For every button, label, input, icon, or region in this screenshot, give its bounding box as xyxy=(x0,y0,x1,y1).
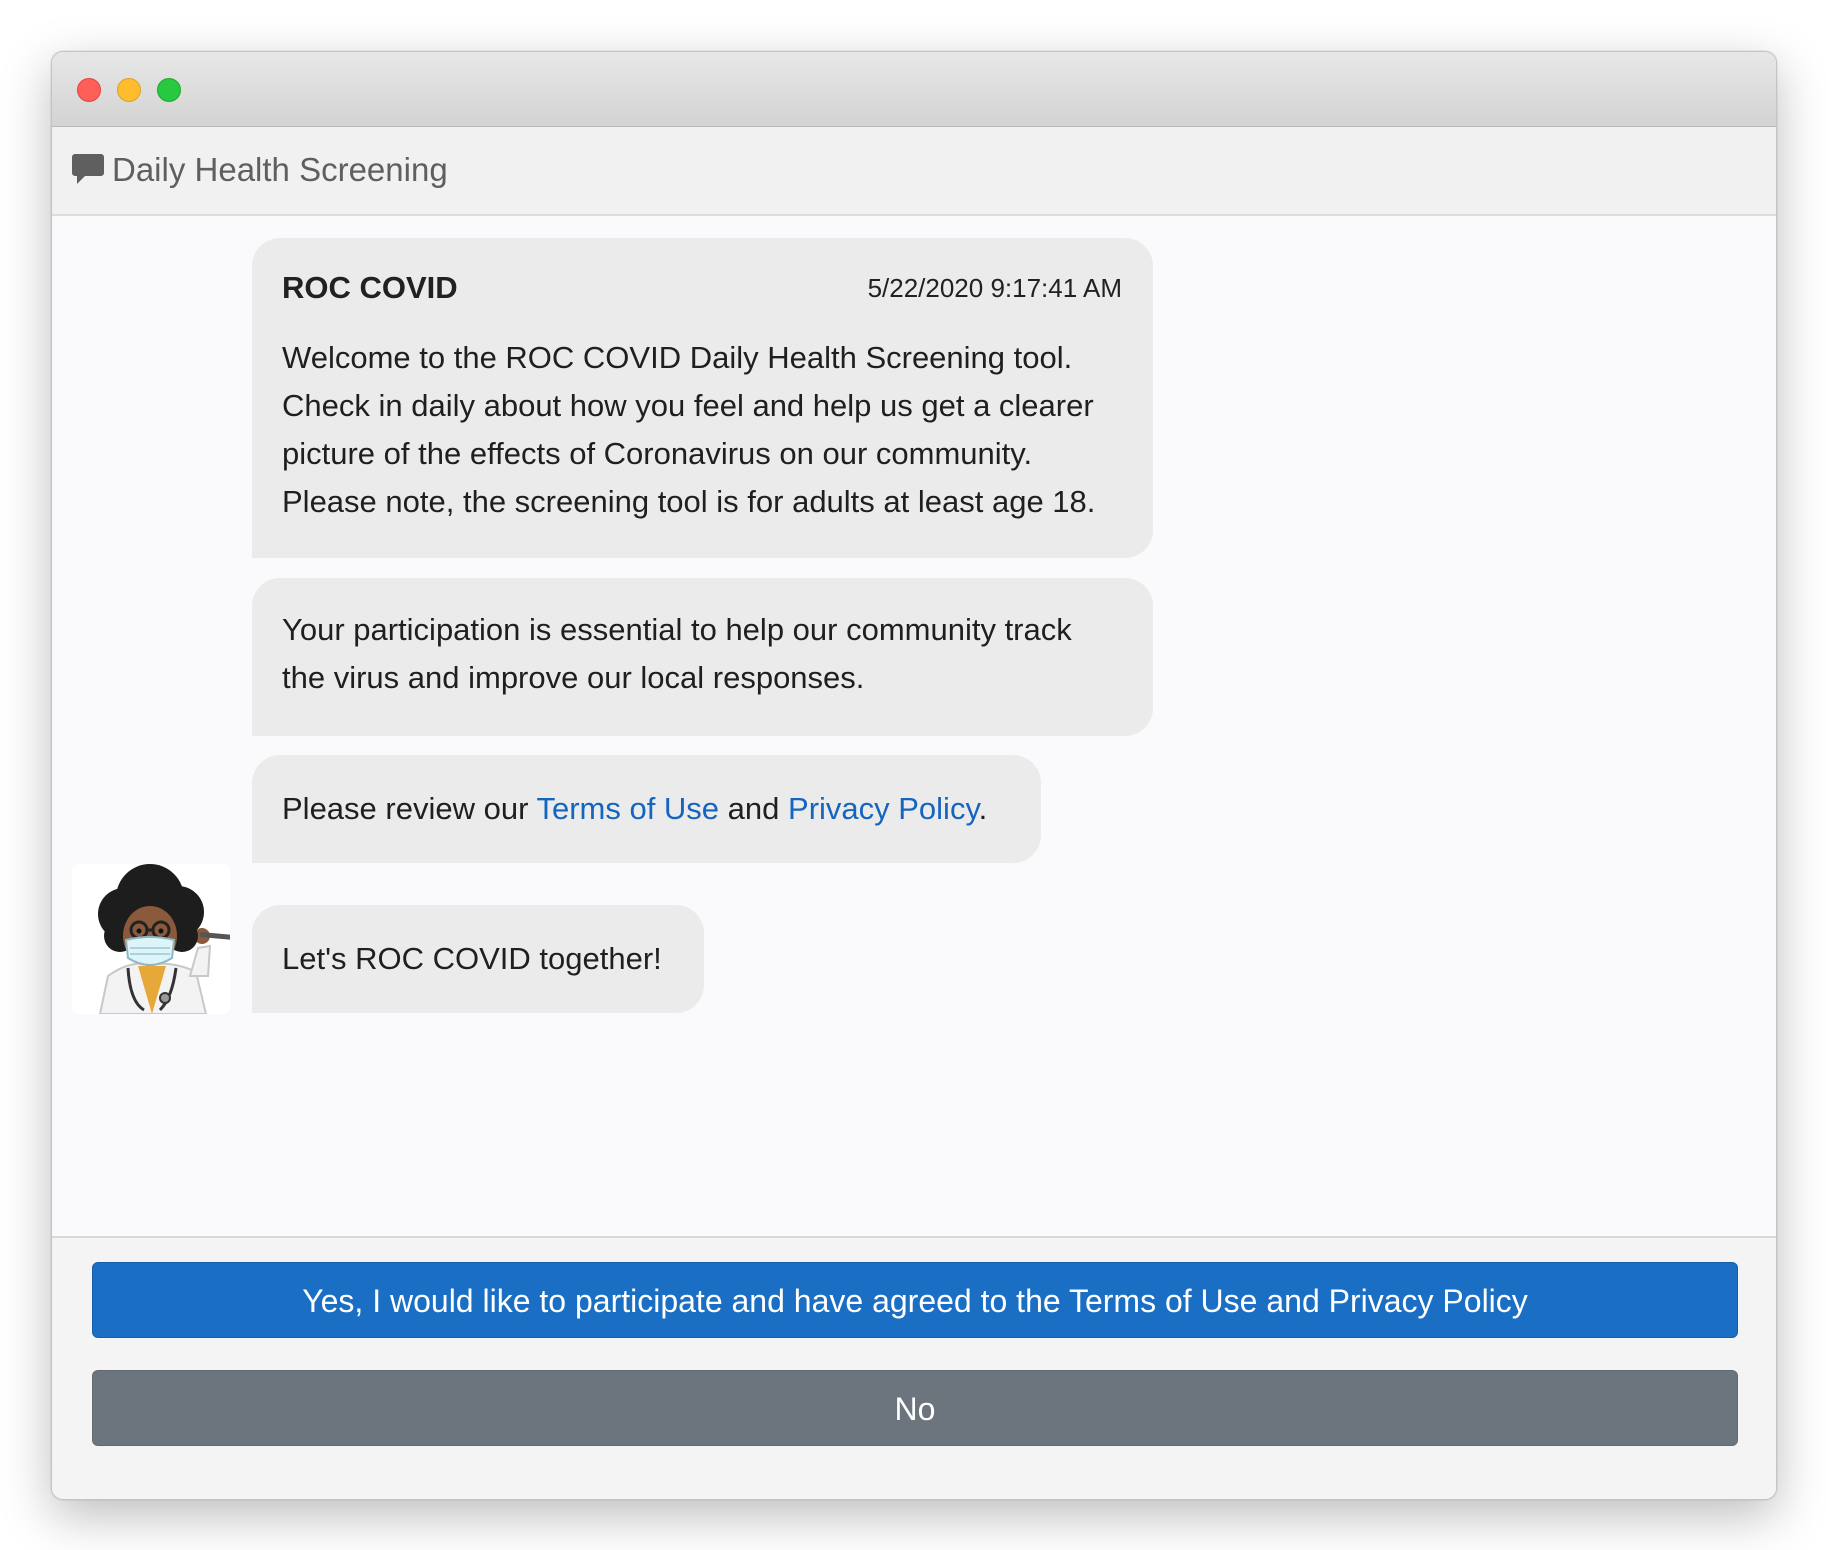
message-text: Welcome to the ROC COVID Daily Health Sc… xyxy=(282,340,1096,519)
chat-transcript: ROC COVID 5/22/2020 9:17:41 AM Welcome t… xyxy=(52,216,1776,1238)
message-bubble-terms: Please review our Terms of Use and Priva… xyxy=(252,755,1041,863)
message-text: Your participation is essential to help … xyxy=(282,612,1072,695)
close-window-button[interactable] xyxy=(77,78,101,102)
terms-of-use-link[interactable]: Terms of Use xyxy=(536,791,719,826)
message-text: Let's ROC COVID together! xyxy=(282,941,662,976)
zoom-window-button[interactable] xyxy=(157,78,181,102)
message-bubble-welcome: ROC COVID 5/22/2020 9:17:41 AM Welcome t… xyxy=(252,238,1153,558)
page-title: Daily Health Screening xyxy=(112,151,448,188)
minimize-window-button[interactable] xyxy=(117,78,141,102)
participate-no-button[interactable]: No xyxy=(92,1370,1738,1446)
message-text-prefix: Please review our xyxy=(282,791,537,826)
message-bubble-participation: Your participation is essential to help … xyxy=(252,578,1153,736)
privacy-policy-link[interactable]: Privacy Policy xyxy=(788,791,979,826)
title-bar xyxy=(52,52,1776,127)
message-timestamp: 5/22/2020 9:17:41 AM xyxy=(867,273,1122,303)
doctor-avatar-icon xyxy=(72,864,230,1014)
message-sender: ROC COVID xyxy=(282,270,458,305)
participate-yes-button[interactable]: Yes, I would like to participate and hav… xyxy=(92,1262,1738,1338)
message-text-suffix: . xyxy=(978,791,988,826)
chat-header: Daily Health Screening xyxy=(52,127,1776,216)
message-bubble-together: Let's ROC COVID together! xyxy=(252,905,704,1013)
message-text: Please review our Terms of Use and Priva… xyxy=(282,785,1132,833)
message-text-middle: and xyxy=(719,791,789,826)
response-options: Yes, I would like to participate and hav… xyxy=(52,1238,1776,1499)
app-window: Daily Health Screening ROC COVID 5/22/20… xyxy=(51,51,1777,1500)
chat-bubble-icon xyxy=(72,154,104,184)
